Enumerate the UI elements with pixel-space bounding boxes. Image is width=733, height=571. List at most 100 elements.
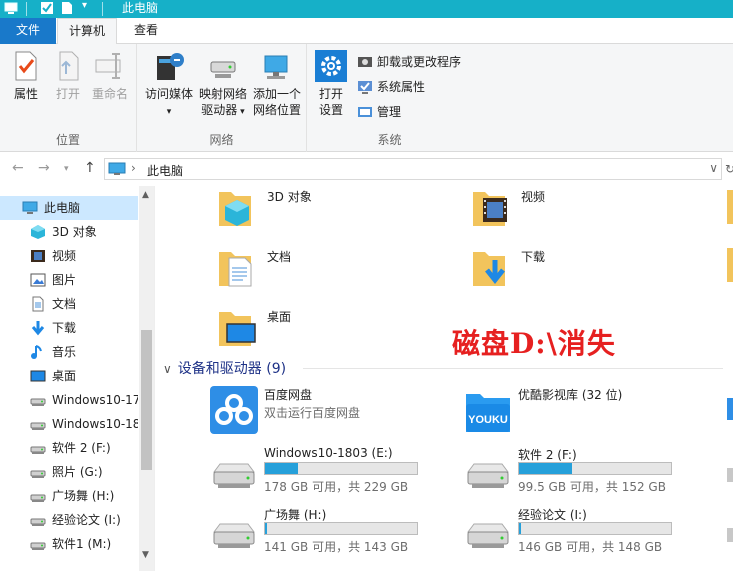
- access-media-label: 访问媒体: [144, 87, 193, 101]
- open-icon: [59, 51, 79, 81]
- folder-name: 3D 对象: [267, 190, 312, 204]
- sidebar-item-label: 此电脑: [44, 201, 81, 215]
- tab-view[interactable]: 查看: [122, 18, 170, 44]
- partial-folder-edge: [727, 190, 733, 224]
- content-pane: 3D 对象 视频 文档 下载 桌面 ∨ 设备和驱动器 (9) 百度网盘 双击运行百…: [155, 186, 733, 571]
- system-properties-icon: [358, 81, 372, 94]
- nav-scrollbar[interactable]: ▲ ▼: [139, 186, 154, 571]
- breadcrumb-this-pc[interactable]: 此电脑: [147, 162, 183, 179]
- qat-new-folder-icon[interactable]: [60, 1, 74, 15]
- hard-drive-icon: [210, 456, 258, 492]
- qat-dropdown-icon[interactable]: ▾: [82, 0, 87, 14]
- sidebar-item[interactable]: 文档: [0, 292, 138, 316]
- collapse-chevron-icon[interactable]: ∨: [163, 362, 172, 376]
- manage-button[interactable]: 管理: [357, 102, 401, 122]
- properties-label: 属性: [13, 87, 38, 101]
- svg-text:YOUKU: YOUKU: [468, 414, 508, 426]
- tab-computer[interactable]: 计算机: [57, 18, 117, 45]
- up-arrow-icon[interactable]: ↑: [84, 160, 96, 176]
- drive-icon: [30, 512, 46, 528]
- open-settings-label-1: 打开: [318, 87, 343, 101]
- add-location-label-2: 网络位置: [252, 103, 301, 117]
- access-media-button[interactable]: 访问媒体 ▾: [141, 50, 197, 120]
- system-properties-button[interactable]: 系统属性: [357, 77, 425, 97]
- map-drive-label-2: 驱动器: [201, 103, 238, 117]
- folder-downloads[interactable]: 下载: [471, 246, 701, 298]
- sidebar-item[interactable]: 桌面: [0, 364, 138, 388]
- drive-item[interactable]: 经验论文 (I:) 146 GB 可用，共 148 GB: [464, 506, 704, 558]
- folder-3d-objects[interactable]: 3D 对象: [217, 186, 447, 238]
- folder-name: 文档: [267, 250, 292, 264]
- section-divider: [303, 368, 723, 369]
- folder-documents[interactable]: 文档: [217, 246, 447, 298]
- sidebar-item-label: 音乐: [52, 345, 77, 359]
- properties-button[interactable]: 属性: [6, 50, 46, 102]
- rename-button[interactable]: 重命名: [88, 50, 132, 102]
- folder-desktop[interactable]: 桌面: [217, 306, 447, 358]
- open-settings-button[interactable]: 打开 设置: [311, 50, 351, 118]
- desktop-folder-icon: [219, 312, 256, 346]
- devices-section-label: 设备和驱动器 (9): [177, 361, 287, 377]
- sidebar-item[interactable]: 此电脑: [0, 196, 138, 220]
- sidebar-item-label: 视频: [52, 249, 77, 263]
- folder-videos[interactable]: 视频: [471, 186, 701, 238]
- drive-item[interactable]: Windows10-1803 (E:) 178 GB 可用，共 229 GB: [210, 446, 450, 498]
- address-dropdown-icon[interactable]: ∨: [709, 161, 718, 175]
- refresh-icon[interactable]: ↻: [725, 162, 733, 176]
- youku-icon: YOUKU: [466, 394, 510, 432]
- sidebar-item[interactable]: Windows10-18: [0, 412, 138, 436]
- folder-name: 桌面: [267, 310, 292, 324]
- documents-folder-icon: [219, 252, 252, 287]
- document-icon: [30, 296, 46, 312]
- downloads-folder-icon: [473, 252, 505, 286]
- sidebar-item[interactable]: 图片: [0, 268, 138, 292]
- partial-folder-edge: [727, 248, 733, 282]
- drive-item[interactable]: 软件 2 (F:) 99.5 GB 可用，共 152 GB: [464, 446, 704, 498]
- scroll-up-icon[interactable]: ▲: [142, 190, 149, 200]
- sidebar-item[interactable]: 软件1 (M:): [0, 532, 138, 556]
- drive-name: 经验论文 (I:): [518, 508, 587, 522]
- manage-label: 管理: [377, 105, 402, 119]
- sidebar-item[interactable]: 音乐: [0, 340, 138, 364]
- drive-icon: [30, 416, 46, 432]
- scroll-thumb[interactable]: [141, 330, 152, 470]
- scroll-down-icon[interactable]: ▼: [142, 550, 149, 560]
- sidebar-item[interactable]: 软件 2 (F:): [0, 436, 138, 460]
- drive-usage-fill: [519, 523, 522, 534]
- drive-item[interactable]: 广场舞 (H:) 141 GB 可用，共 143 GB: [210, 506, 450, 558]
- open-label: 打开: [55, 87, 80, 101]
- sidebar-item[interactable]: 经验论文 (I:): [0, 508, 138, 532]
- uninstall-program-button[interactable]: 卸载或更改程序: [357, 52, 461, 72]
- add-network-location-icon: [264, 55, 288, 79]
- recent-dropdown-icon[interactable]: ▾: [64, 164, 69, 174]
- hard-drive-icon: [464, 516, 512, 552]
- drive-icon: [30, 488, 46, 504]
- back-arrow-icon[interactable]: ←: [12, 160, 24, 176]
- sidebar-item[interactable]: 下载: [0, 316, 138, 340]
- sidebar-item[interactable]: 3D 对象: [0, 220, 138, 244]
- app-youku[interactable]: YOUKU 优酷影视库 (32 位): [464, 386, 704, 438]
- drive-usage-fill: [265, 463, 299, 474]
- map-drive-label-1: 映射网络: [198, 87, 247, 101]
- devices-section-header[interactable]: ∨ 设备和驱动器 (9): [163, 358, 723, 378]
- add-network-location-button[interactable]: 添加一个 网络位置: [249, 50, 305, 118]
- breadcrumb-separator: ›: [131, 161, 136, 175]
- app-baidu-netdisk[interactable]: 百度网盘 双击运行百度网盘: [210, 386, 450, 438]
- map-network-drive-button[interactable]: 映射网络 驱动器 ▾: [195, 50, 251, 120]
- sidebar-item[interactable]: 广场舞 (H:): [0, 484, 138, 508]
- window-title: 此电脑: [122, 1, 159, 15]
- open-button[interactable]: 打开: [48, 50, 88, 102]
- qat-properties-icon[interactable]: [40, 1, 54, 15]
- sidebar-item[interactable]: 视频: [0, 244, 138, 268]
- sidebar-item[interactable]: Windows10-17: [0, 388, 138, 412]
- address-input[interactable]: › 此电脑 ∨: [104, 158, 722, 180]
- pc-icon: [22, 200, 38, 216]
- forward-arrow-icon[interactable]: →: [38, 160, 50, 176]
- pc-icon[interactable]: [4, 1, 18, 15]
- uninstall-icon: [358, 57, 372, 67]
- drive-icon: [30, 536, 46, 552]
- sidebar-item-label: 图片: [52, 273, 77, 287]
- sidebar-item[interactable]: 照片 (G:): [0, 460, 138, 484]
- tab-file[interactable]: 文件: [0, 18, 56, 44]
- drive-name: 广场舞 (H:): [264, 508, 327, 522]
